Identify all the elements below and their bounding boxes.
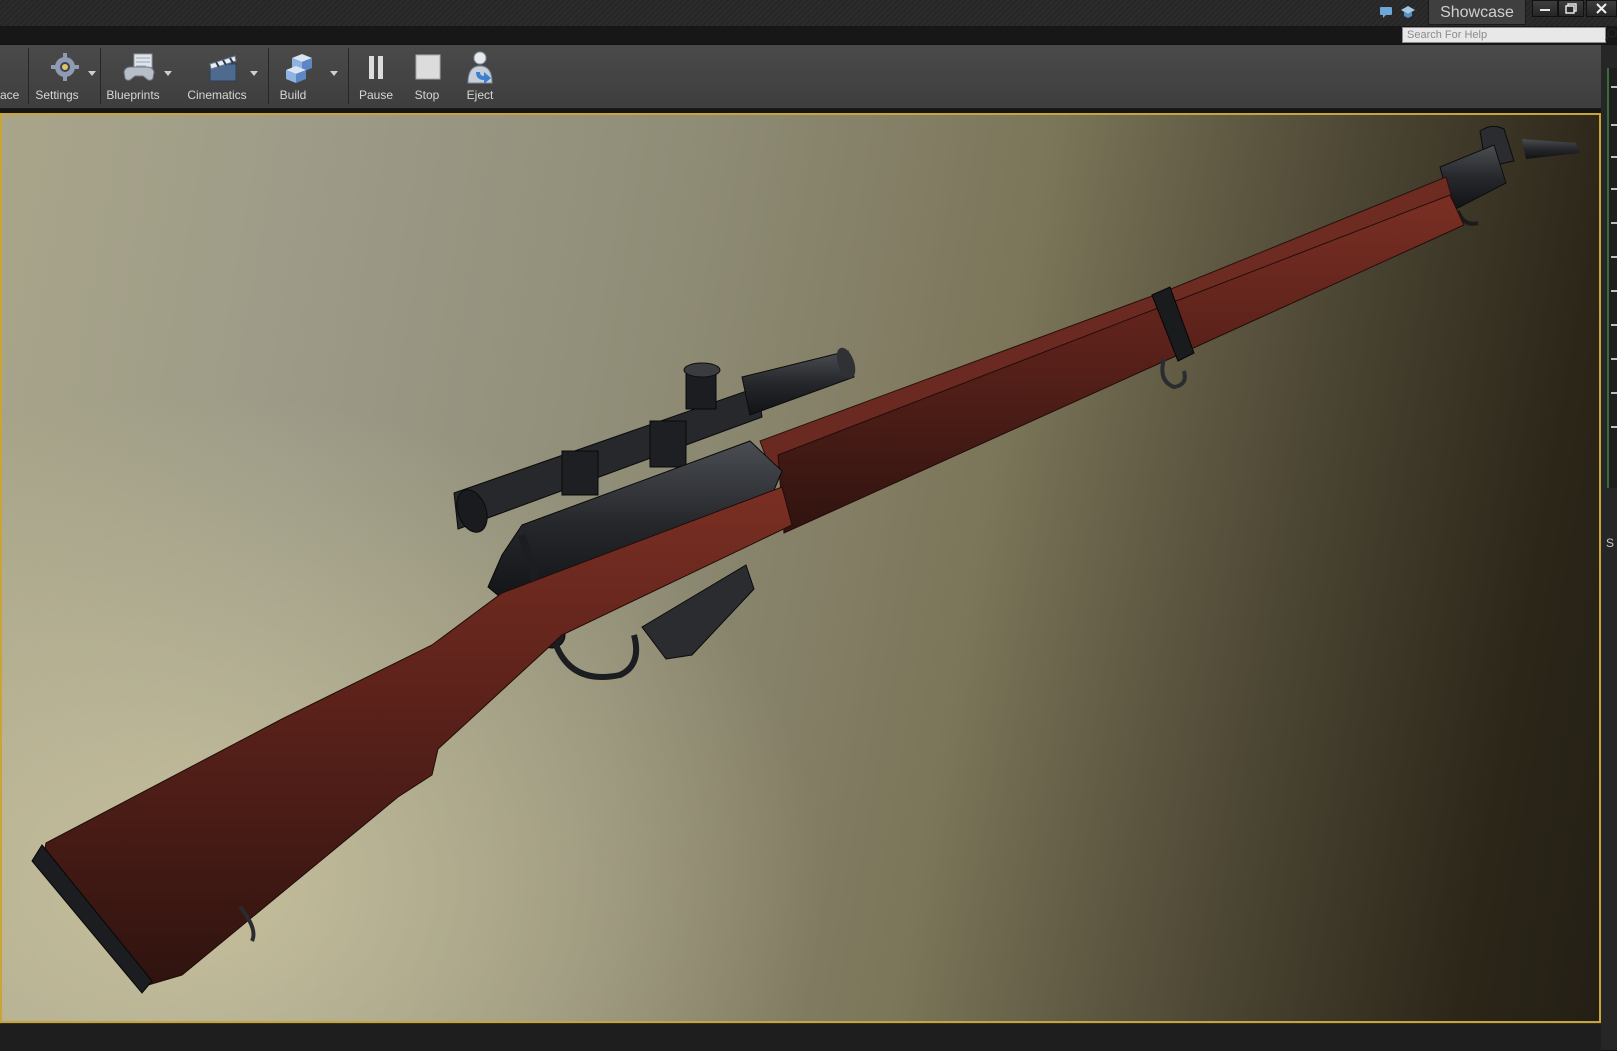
eject-button[interactable]: Eject bbox=[454, 46, 506, 106]
bottom-bar bbox=[0, 1023, 1601, 1051]
search-icon[interactable] bbox=[1605, 27, 1617, 43]
settings-button[interactable]: Settings bbox=[30, 46, 100, 106]
side-panel-tick bbox=[1611, 290, 1617, 292]
title-icons bbox=[1378, 4, 1422, 22]
side-panel-tick bbox=[1611, 256, 1617, 258]
blueprints-dropdown-icon[interactable] bbox=[164, 71, 172, 76]
help-search-input[interactable] bbox=[1402, 27, 1606, 43]
settings-label: Settings bbox=[35, 88, 79, 102]
chat-icon[interactable] bbox=[1378, 4, 1394, 20]
cinematics-icon bbox=[209, 55, 237, 82]
side-panel-label: S bbox=[1606, 536, 1615, 550]
minimize-button[interactable] bbox=[1532, 0, 1558, 17]
build-icon bbox=[286, 54, 312, 83]
rifle-muzzle bbox=[1522, 139, 1580, 159]
settings-dropdown-icon[interactable] bbox=[88, 71, 96, 76]
stop-button[interactable]: Stop bbox=[402, 46, 452, 106]
side-panel-tick bbox=[1611, 188, 1617, 190]
project-tab[interactable]: Showcase bbox=[1428, 0, 1526, 25]
side-panel-tick bbox=[1611, 392, 1617, 394]
restore-icon bbox=[1565, 3, 1577, 14]
learn-icon[interactable] bbox=[1400, 4, 1416, 20]
restore-button[interactable] bbox=[1558, 0, 1584, 17]
side-panel-tick bbox=[1611, 124, 1617, 126]
blueprints-label: Blueprints bbox=[106, 88, 160, 102]
build-button[interactable]: Build bbox=[270, 46, 346, 106]
help-row bbox=[0, 26, 1617, 44]
cinematics-button[interactable]: Cinematics bbox=[180, 46, 266, 106]
close-icon bbox=[1596, 3, 1607, 14]
side-panel-tick bbox=[1611, 426, 1617, 428]
cinematics-dropdown-icon[interactable] bbox=[250, 71, 258, 76]
minimize-icon bbox=[1540, 9, 1550, 11]
settings-icon bbox=[51, 53, 79, 81]
blueprints-button[interactable]: Blueprints bbox=[102, 46, 176, 106]
build-dropdown-icon[interactable] bbox=[330, 71, 338, 76]
eject-label: Eject bbox=[466, 88, 494, 102]
rifle-model bbox=[31, 125, 1580, 994]
side-panel-tick bbox=[1611, 358, 1617, 360]
side-panel-tick bbox=[1611, 156, 1617, 158]
side-panel-list[interactable] bbox=[1607, 68, 1617, 488]
side-panel-tick bbox=[1611, 222, 1617, 224]
pause-icon bbox=[369, 56, 383, 79]
title-bar bbox=[0, 0, 1617, 27]
toolbar-separator bbox=[348, 48, 349, 104]
side-panel-tick bbox=[1611, 86, 1617, 88]
stop-label: Stop bbox=[414, 88, 440, 102]
cinematics-label: Cinematics bbox=[187, 88, 247, 102]
level-viewport[interactable] bbox=[0, 113, 1601, 1023]
side-panel-tick bbox=[1611, 324, 1617, 326]
stop-icon bbox=[415, 54, 441, 80]
pause-label: Pause bbox=[358, 88, 394, 102]
blueprints-icon bbox=[123, 53, 155, 81]
pause-button[interactable]: Pause bbox=[352, 46, 400, 106]
eject-icon bbox=[467, 51, 493, 84]
close-button[interactable] bbox=[1586, 0, 1617, 17]
build-label: Build bbox=[279, 88, 307, 102]
